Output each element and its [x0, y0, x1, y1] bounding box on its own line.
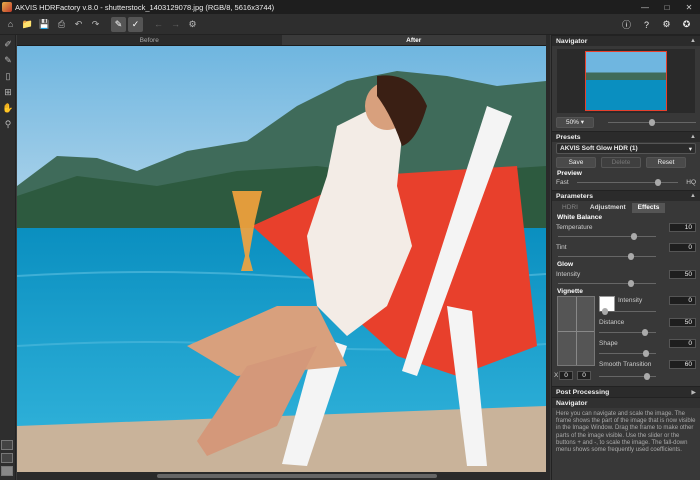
post-processing-header[interactable]: Post Processing ▶: [552, 386, 700, 397]
shape-label: Shape: [599, 340, 618, 347]
crop-icon[interactable]: ⊞: [1, 85, 15, 99]
preview-title: Preview: [557, 170, 582, 177]
distance-slider[interactable]: [599, 329, 656, 336]
title-bar: AKVIS HDRFactory v.8.0 - shutterstock_14…: [0, 0, 700, 14]
vignette-intensity-label: Intensity: [618, 297, 643, 304]
swap-colors-icon[interactable]: [1, 453, 13, 463]
tab-adjustment[interactable]: Adjustment: [584, 203, 632, 213]
tab-after[interactable]: After: [281, 35, 546, 45]
left-toolbar: ✐ ✎ ▯ ⊞ ✋ ⚲: [0, 35, 16, 480]
tint-label: Tint: [556, 244, 567, 251]
brush-icon[interactable]: ✎: [111, 16, 126, 32]
preview-hq-label: HQ: [686, 179, 696, 186]
delete-preset-button[interactable]: Delete: [601, 156, 641, 168]
shape-slider[interactable]: [599, 350, 656, 357]
temperature-slider[interactable]: [558, 233, 656, 240]
dropper-icon[interactable]: ✐: [1, 37, 15, 51]
distance-input[interactable]: 50: [669, 318, 696, 327]
tint-slider[interactable]: [558, 253, 656, 260]
redo-icon[interactable]: ↷: [88, 17, 103, 32]
smooth-transition-label: Smooth Transition: [599, 361, 652, 368]
vignette-title: Vignette: [557, 288, 583, 295]
close-button[interactable]: ✕: [678, 0, 700, 14]
open-folder-icon[interactable]: 📁: [20, 17, 35, 32]
temperature-label: Temperature: [556, 224, 593, 231]
help-header: Navigator: [552, 397, 700, 408]
scroll-thumb[interactable]: [157, 474, 437, 478]
navigator-preview[interactable]: [557, 49, 695, 113]
print-icon[interactable]: ⎙: [54, 17, 69, 32]
vignette-intensity-slider[interactable]: [599, 308, 656, 315]
tab-hdri[interactable]: HDRI: [556, 203, 584, 213]
batch-icon[interactable]: ⚙: [185, 17, 200, 32]
undo-icon[interactable]: ↶: [71, 17, 86, 32]
vignette-y-input[interactable]: 0: [577, 371, 591, 380]
preset-icon[interactable]: ✓: [128, 16, 143, 32]
shape-input[interactable]: 0: [669, 339, 696, 348]
smooth-transition-input[interactable]: 60: [669, 360, 696, 369]
hand-icon[interactable]: ✋: [1, 101, 15, 115]
help-icon[interactable]: ?: [639, 17, 654, 32]
forward-icon[interactable]: →: [168, 17, 183, 32]
back-icon[interactable]: ←: [151, 17, 166, 32]
help-text: Here you can navigate and scale the imag…: [556, 411, 696, 454]
presets-header[interactable]: Presets ▲: [552, 131, 700, 142]
foreground-color-swatch[interactable]: [1, 440, 13, 450]
tab-effects[interactable]: Effects: [631, 203, 666, 213]
reset-preset-button[interactable]: Reset: [646, 156, 686, 168]
pin-icon[interactable]: ✪: [679, 17, 694, 32]
app-logo-icon: [2, 2, 12, 12]
save-icon[interactable]: 💾: [37, 17, 52, 32]
navigator-header[interactable]: Navigator ▲: [552, 35, 700, 46]
zoom-select[interactable]: 50% ▾: [556, 116, 594, 128]
info-icon[interactable]: ⓘ: [619, 17, 634, 32]
main-toolbar: ⌂ 📁 💾 ⎙ ↶ ↷ ✎ ✓ ← → ⚙ ⓘ ? ⚙ ✪: [0, 14, 700, 35]
glow-intensity-slider[interactable]: [558, 280, 656, 287]
glow-title: Glow: [557, 261, 574, 268]
save-preset-button[interactable]: Save: [556, 156, 596, 168]
tint-input[interactable]: 0: [669, 243, 696, 252]
retouch-brush-icon[interactable]: ✎: [1, 53, 15, 67]
maximize-button[interactable]: □: [656, 0, 678, 14]
horizontal-scrollbar[interactable]: [17, 472, 546, 480]
vertical-scrollbar[interactable]: [546, 35, 550, 480]
glow-intensity-input[interactable]: 50: [669, 270, 696, 279]
preview-slider[interactable]: [576, 179, 679, 186]
temperature-input[interactable]: 10: [669, 223, 696, 232]
collapse-arrow-icon[interactable]: ▲: [690, 38, 696, 44]
glow-intensity-label: Intensity: [556, 271, 581, 278]
home-icon[interactable]: ⌂: [3, 17, 18, 32]
vignette-position-grid[interactable]: [557, 296, 595, 366]
zoom-icon[interactable]: ⚲: [1, 117, 15, 131]
smooth-transition-slider[interactable]: [599, 373, 656, 380]
eraser-icon[interactable]: ▯: [1, 69, 15, 83]
vignette-x-input[interactable]: 0: [559, 371, 573, 380]
white-balance-title: White Balance: [557, 214, 603, 221]
settings-gear-icon[interactable]: ⚙: [659, 17, 674, 32]
tab-before[interactable]: Before: [17, 35, 282, 45]
preview-fast-label: Fast: [556, 179, 569, 186]
parameters-header[interactable]: Parameters ▲: [552, 190, 700, 201]
background-color-swatch[interactable]: [1, 466, 13, 476]
image-canvas[interactable]: [17, 46, 546, 472]
settings-panel: Navigator ▲ 50% ▾ Presets ▲ AKVIS Soft Glo…: [551, 35, 700, 480]
preset-select[interactable]: AKVIS Soft Glow HDR (1) ▾: [556, 143, 696, 154]
navigator-frame[interactable]: [585, 51, 667, 111]
photo-image: [17, 46, 546, 472]
vignette-intensity-input[interactable]: 0: [669, 296, 696, 305]
minimize-button[interactable]: —: [634, 0, 656, 14]
view-tabs: Before After: [17, 35, 546, 46]
zoom-slider[interactable]: [608, 118, 696, 126]
distance-label: Distance: [599, 319, 625, 326]
window-title: AKVIS HDRFactory v.8.0 - shutterstock_14…: [15, 2, 275, 12]
x-label: X: [554, 372, 559, 379]
